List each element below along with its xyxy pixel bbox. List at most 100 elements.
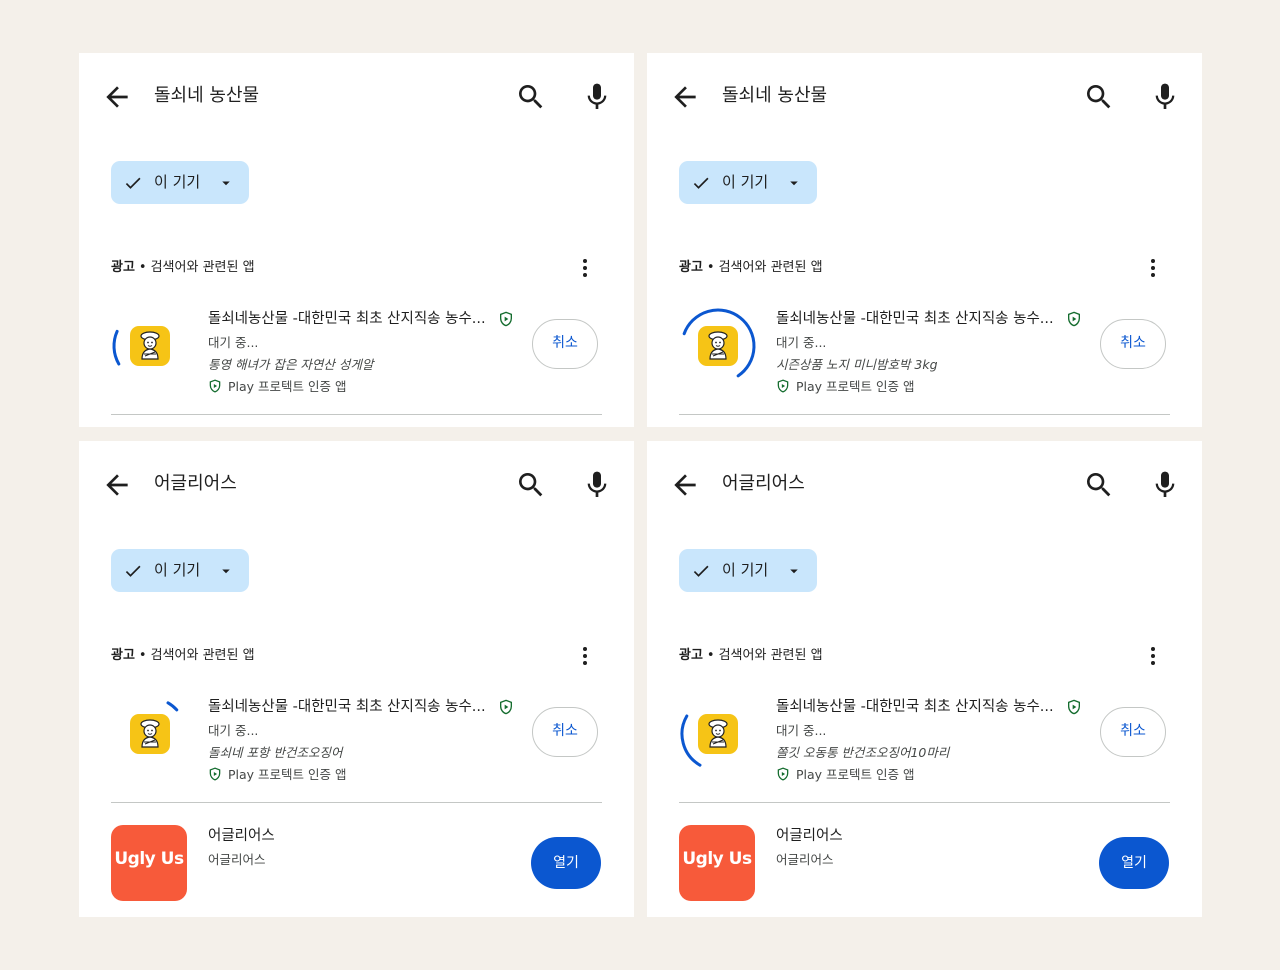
microphone-icon[interactable] (1149, 81, 1181, 113)
cancel-button[interactable]: 취소 (532, 707, 598, 757)
check-icon (691, 173, 711, 193)
app-icon-with-progress[interactable] (111, 307, 189, 385)
ad-label: 광고 (679, 260, 703, 275)
back-arrow-icon[interactable] (101, 469, 133, 501)
download-status-text: 대기 중... (776, 723, 827, 738)
uglyus-logo: Ugly Us (114, 849, 184, 869)
app-title[interactable]: 돌쇠네농산물 -대한민국 최초 산지직송 농수... (776, 309, 1054, 329)
separator-dot: • (138, 260, 147, 275)
promo-text: 통영 해녀가 잡은 자연산 성게알 (208, 357, 374, 372)
dropdown-arrow-icon (217, 174, 235, 192)
chip-label: 이 기기 (154, 561, 201, 579)
search-query-text[interactable]: 돌쇠네 농산물 (154, 84, 259, 108)
search-icon[interactable] (515, 469, 547, 501)
play-protect-badge: Play 프로텍트 인증 앱 (776, 378, 915, 396)
second-app-developer: 어글리어스 (208, 852, 266, 867)
app-title[interactable]: 돌쇠네농산물 -대한민국 최초 산지직송 농수... (208, 309, 486, 329)
farmer-mascot-icon (708, 331, 728, 360)
download-status-text: 대기 중... (208, 335, 259, 350)
section-header: 광고 • 검색어와 관련된 앱 (111, 647, 255, 665)
dropdown-arrow-icon (785, 562, 803, 580)
farmer-mascot-icon (140, 331, 160, 360)
more-options-icon[interactable] (575, 645, 595, 667)
play-protect-badge: Play 프로텍트 인증 앱 (208, 766, 347, 784)
second-app-developer: 어글리어스 (776, 852, 834, 867)
promo-text: 시즌상품 노지 미니밤호박 3kg (776, 357, 938, 372)
dolsoe-app-icon (130, 714, 170, 754)
section-title: 검색어와 관련된 앱 (150, 260, 255, 275)
play-protect-badge: Play 프로텍트 인증 앱 (208, 378, 347, 396)
uglyus-logo: Ugly Us (682, 849, 752, 869)
play-protect-shield-icon (1066, 699, 1082, 715)
divider (679, 802, 1170, 803)
play-protect-icon (776, 767, 790, 781)
uglyus-app-icon[interactable]: Ugly Us (679, 825, 755, 901)
play-protect-icon (208, 379, 222, 393)
download-status-text: 대기 중... (776, 335, 827, 350)
ad-label: 광고 (111, 648, 135, 663)
device-filter-chip[interactable]: 이 기기 (679, 161, 817, 204)
section-title: 검색어와 관련된 앱 (150, 648, 255, 663)
chip-label: 이 기기 (722, 173, 769, 191)
divider (111, 802, 602, 803)
search-query-text[interactable]: 어글리어스 (154, 472, 237, 496)
play-protect-shield-icon (1066, 311, 1082, 327)
microphone-icon[interactable] (1149, 469, 1181, 501)
separator-dot: • (138, 648, 147, 663)
divider (679, 414, 1170, 415)
app-icon-with-progress[interactable] (679, 695, 757, 773)
section-title: 검색어와 관련된 앱 (718, 648, 823, 663)
promo-text: 돌쇠네 포항 반건조오징어 (208, 745, 343, 760)
second-app-name[interactable]: 어글리어스 (208, 826, 275, 846)
farmer-mascot-icon (708, 719, 728, 748)
play-protect-label: Play 프로텍트 인증 앱 (796, 767, 915, 782)
app-icon-with-progress[interactable] (111, 695, 189, 773)
app-title[interactable]: 돌쇠네농산물 -대한민국 최초 산지직송 농수... (208, 697, 486, 717)
app-icon-with-progress[interactable] (679, 307, 757, 385)
cancel-button[interactable]: 취소 (1100, 319, 1166, 369)
dolsoe-app-icon (698, 714, 738, 754)
microphone-icon[interactable] (581, 81, 613, 113)
more-options-icon[interactable] (1143, 645, 1163, 667)
section-header: 광고 • 검색어와 관련된 앱 (679, 647, 823, 665)
check-icon (123, 561, 143, 581)
play-protect-label: Play 프로텍트 인증 앱 (228, 767, 347, 782)
play-protect-label: Play 프로텍트 인증 앱 (228, 379, 347, 394)
uglyus-app-icon[interactable]: Ugly Us (111, 825, 187, 901)
farmer-mascot-icon (140, 719, 160, 748)
promo-text: 쫄깃 오동통 반건조오징어10마리 (776, 745, 950, 760)
divider (111, 414, 602, 415)
dolsoe-app-icon (698, 326, 738, 366)
play-protect-shield-icon (498, 699, 514, 715)
search-query-text[interactable]: 돌쇠네 농산물 (722, 84, 827, 108)
search-results-panel-4: 어글리어스 이 기기 광고 • 검색어와 관련된 앱 돌쇠네농산물 -대한민국 … (647, 441, 1202, 917)
back-arrow-icon[interactable] (101, 81, 133, 113)
search-icon[interactable] (1083, 81, 1115, 113)
ad-label: 광고 (679, 648, 703, 663)
microphone-icon[interactable] (581, 469, 613, 501)
back-arrow-icon[interactable] (669, 81, 701, 113)
cancel-button[interactable]: 취소 (1100, 707, 1166, 757)
ad-label: 광고 (111, 260, 135, 275)
device-filter-chip[interactable]: 이 기기 (111, 549, 249, 592)
chip-label: 이 기기 (154, 173, 201, 191)
more-options-icon[interactable] (1143, 257, 1163, 279)
cancel-button[interactable]: 취소 (532, 319, 598, 369)
open-button[interactable]: 열기 (1099, 837, 1169, 889)
check-icon (123, 173, 143, 193)
more-options-icon[interactable] (575, 257, 595, 279)
device-filter-chip[interactable]: 이 기기 (111, 161, 249, 204)
open-button[interactable]: 열기 (531, 837, 601, 889)
search-icon[interactable] (1083, 469, 1115, 501)
search-results-panel-2: 돌쇠네 농산물 이 기기 광고 • 검색어와 관련된 앱 돌쇠네농산물 -대한민… (647, 53, 1202, 427)
play-protect-icon (776, 379, 790, 393)
second-app-name[interactable]: 어글리어스 (776, 826, 843, 846)
device-filter-chip[interactable]: 이 기기 (679, 549, 817, 592)
app-title[interactable]: 돌쇠네농산물 -대한민국 최초 산지직송 농수... (776, 697, 1054, 717)
separator-dot: • (706, 648, 715, 663)
play-protect-shield-icon (498, 311, 514, 327)
search-icon[interactable] (515, 81, 547, 113)
search-query-text[interactable]: 어글리어스 (722, 472, 805, 496)
back-arrow-icon[interactable] (669, 469, 701, 501)
dolsoe-app-icon (130, 326, 170, 366)
